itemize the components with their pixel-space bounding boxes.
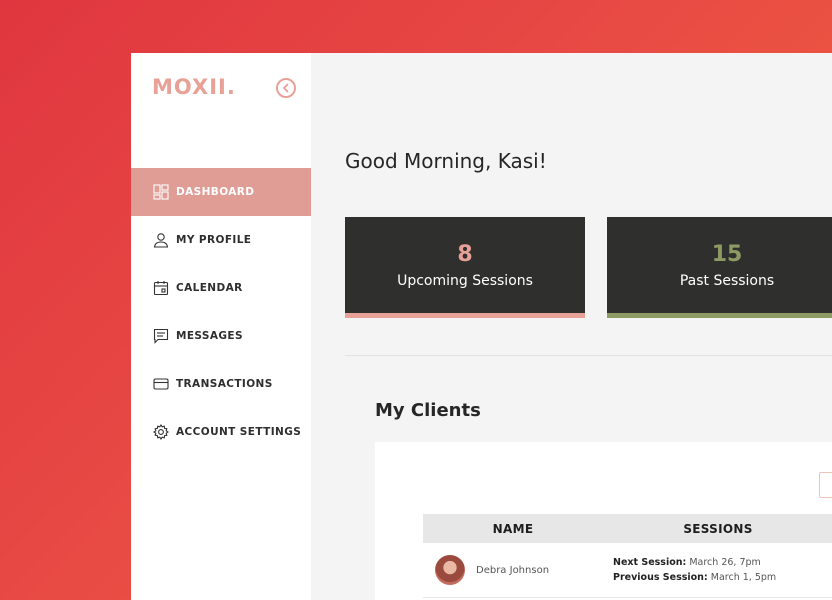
client-sessions-cell: Next Session: March 26, 7pm Previous Ses… bbox=[603, 555, 832, 585]
name-column-header[interactable]: NAME bbox=[423, 522, 603, 536]
card-icon bbox=[153, 376, 169, 392]
sidebar-item-my-profile[interactable]: MY PROFILE bbox=[131, 216, 311, 264]
upcoming-sessions-card[interactable]: 8 Upcoming Sessions bbox=[345, 217, 585, 318]
dashboard-icon bbox=[153, 184, 169, 200]
clients-table-header: NAME SESSIONS bbox=[423, 514, 832, 543]
table-row[interactable]: Debra Johnson Next Session: March 26, 7p… bbox=[423, 543, 832, 598]
sidebar-item-dashboard[interactable]: DASHBOARD bbox=[131, 168, 311, 216]
brand-logo[interactable]: MOXII. bbox=[152, 75, 236, 99]
section-divider bbox=[345, 355, 832, 356]
sidebar-item-transactions[interactable]: TRANSACTIONS bbox=[131, 360, 311, 408]
client-name[interactable]: Debra Johnson bbox=[476, 565, 549, 576]
sidebar-item-label: CALENDAR bbox=[176, 282, 243, 294]
past-sessions-count: 15 bbox=[711, 241, 743, 267]
main-content: Good Morning, Kasi! 8 Upcoming Sessions … bbox=[311, 53, 832, 600]
sidebar-item-label: TRANSACTIONS bbox=[176, 378, 273, 390]
clients-heading: My Clients bbox=[375, 400, 481, 421]
clients-table: NAME SESSIONS Debra Johnson Next Session… bbox=[423, 514, 832, 598]
clients-action-button[interactable] bbox=[819, 472, 832, 498]
sidebar-item-label: ACCOUNT SETTINGS bbox=[176, 426, 302, 438]
previous-session-line: Previous Session: March 1, 5pm bbox=[613, 570, 832, 585]
client-name-cell: Debra Johnson bbox=[423, 555, 603, 585]
avatar bbox=[435, 555, 465, 585]
sidebar-item-messages[interactable]: MESSAGES bbox=[131, 312, 311, 360]
previous-session-value: March 1, 5pm bbox=[710, 572, 777, 583]
gear-icon bbox=[153, 424, 169, 440]
sidebar-item-account-settings[interactable]: ACCOUNT SETTINGS bbox=[131, 408, 311, 456]
sidebar-item-label: MESSAGES bbox=[176, 330, 243, 342]
sidebar-item-label: DASHBOARD bbox=[176, 186, 255, 198]
upcoming-sessions-label: Upcoming Sessions bbox=[397, 272, 533, 289]
sidebar-item-label: MY PROFILE bbox=[176, 234, 252, 246]
user-icon bbox=[153, 232, 169, 248]
next-session-label: Next Session: bbox=[613, 557, 687, 568]
app-window: MOXII. DASHBOARD MY PROFILE CALENDAR MES… bbox=[131, 53, 832, 600]
sidebar-nav: DASHBOARD MY PROFILE CALENDAR MESSAGES T… bbox=[131, 168, 311, 456]
sidebar: MOXII. DASHBOARD MY PROFILE CALENDAR MES… bbox=[131, 53, 311, 600]
past-sessions-card[interactable]: 15 Past Sessions bbox=[607, 217, 832, 318]
chat-icon bbox=[153, 328, 169, 344]
sidebar-item-calendar[interactable]: CALENDAR bbox=[131, 264, 311, 312]
next-session-value: March 26, 7pm bbox=[689, 557, 761, 568]
sessions-column-header[interactable]: SESSIONS bbox=[603, 522, 832, 536]
next-session-line: Next Session: March 26, 7pm bbox=[613, 555, 832, 570]
chevron-left-icon bbox=[283, 83, 289, 93]
upcoming-sessions-count: 8 bbox=[457, 241, 473, 267]
clients-panel: NAME SESSIONS Debra Johnson Next Session… bbox=[375, 442, 832, 600]
collapse-sidebar-button[interactable] bbox=[276, 78, 296, 98]
greeting-heading: Good Morning, Kasi! bbox=[345, 149, 547, 173]
past-sessions-label: Past Sessions bbox=[679, 272, 775, 289]
calendar-icon bbox=[153, 280, 169, 296]
previous-session-label: Previous Session: bbox=[613, 572, 708, 583]
